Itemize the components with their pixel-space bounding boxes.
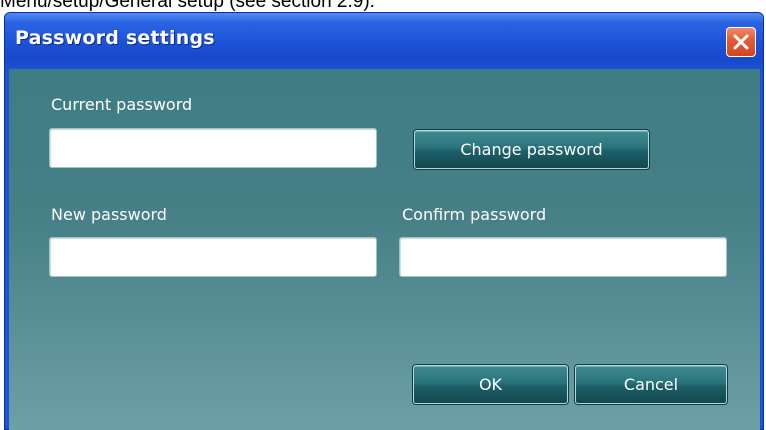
password-settings-dialog: Password settings Current password Chang… xyxy=(4,12,764,430)
current-password-field[interactable] xyxy=(49,128,377,168)
dialog-title: Password settings xyxy=(15,27,215,49)
confirm-password-label: Confirm password xyxy=(402,205,547,224)
close-icon xyxy=(733,34,749,50)
dialog-body: Current password Change password New pas… xyxy=(9,69,760,430)
ok-button[interactable]: OK xyxy=(413,365,568,404)
new-password-label: New password xyxy=(51,205,167,224)
title-bar[interactable]: Password settings xyxy=(5,13,763,67)
current-password-label: Current password xyxy=(51,95,193,114)
new-password-field[interactable] xyxy=(49,237,377,277)
close-button[interactable] xyxy=(726,27,756,57)
cancel-button[interactable]: Cancel xyxy=(575,365,727,404)
change-password-button[interactable]: Change password xyxy=(414,130,649,169)
confirm-password-field[interactable] xyxy=(399,237,727,277)
